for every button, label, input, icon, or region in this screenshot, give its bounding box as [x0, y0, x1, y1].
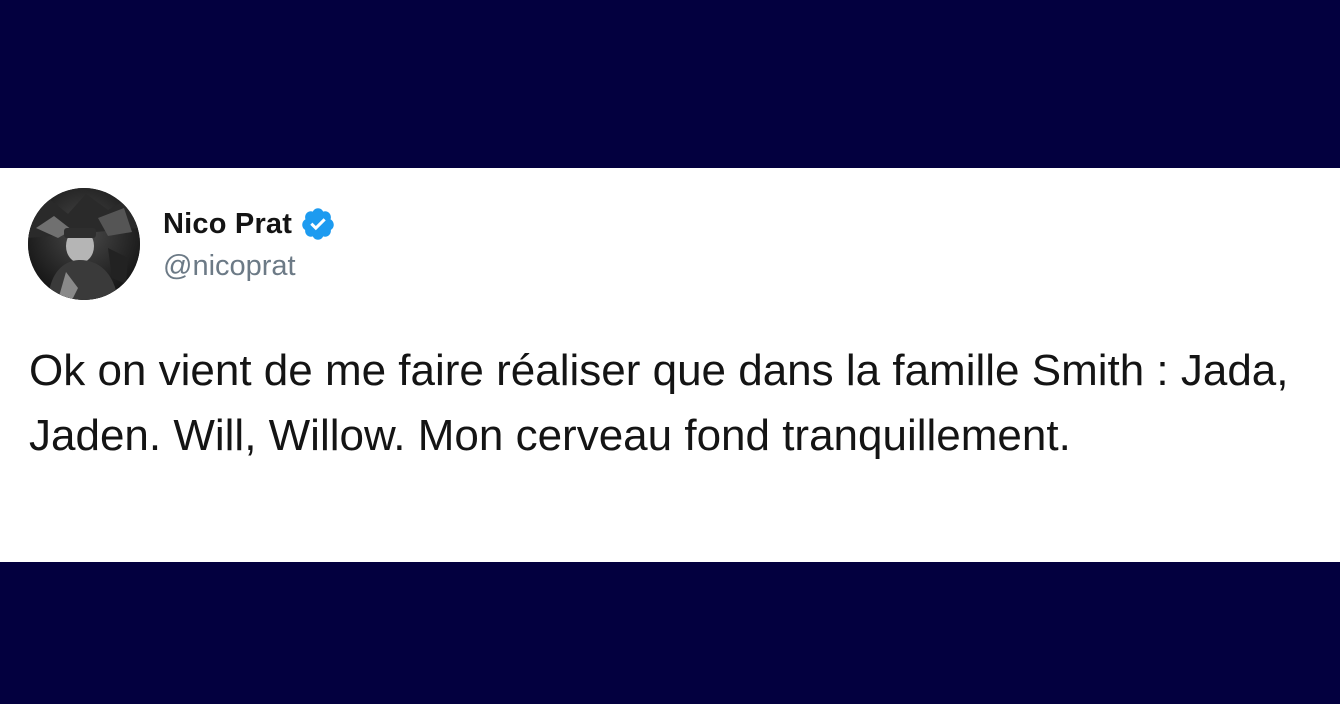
bottom-background-band — [0, 562, 1340, 704]
top-background-band — [0, 0, 1340, 168]
tweet-card: Nico Prat @nicoprat Ok on vient de me fa… — [0, 168, 1340, 562]
profile-photo-icon — [28, 188, 140, 300]
avatar[interactable] — [28, 188, 140, 300]
author-block: Nico Prat @nicoprat — [163, 204, 336, 283]
author-handle[interactable]: @nicoprat — [163, 250, 336, 283]
author-display-name[interactable]: Nico Prat — [163, 208, 292, 241]
tweet-text: Ok on vient de me faire réaliser que dan… — [29, 346, 1289, 460]
name-row: Nico Prat — [163, 204, 336, 244]
verified-badge-icon — [300, 206, 336, 242]
